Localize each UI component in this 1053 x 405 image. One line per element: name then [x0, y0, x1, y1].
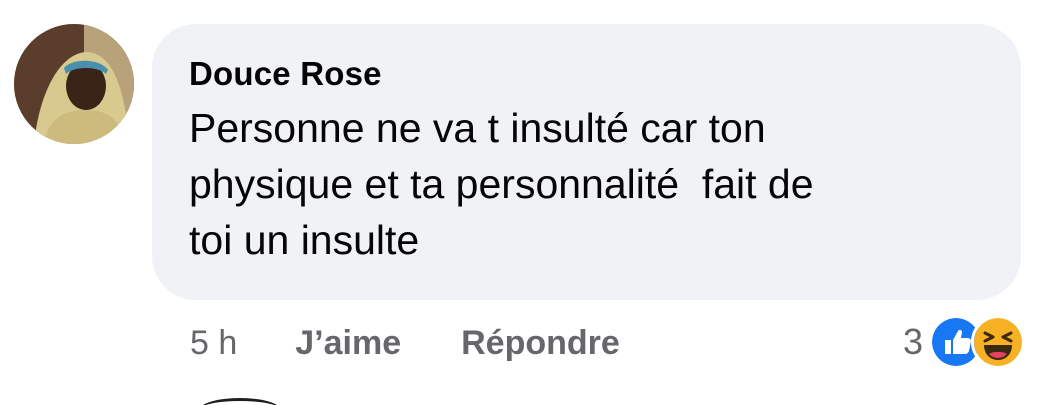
comment-text: Personne ne va t insulté car ton physiqu…	[189, 105, 814, 263]
reply-button[interactable]: Répondre	[461, 324, 620, 363]
comment-actions: 5 h J’aime Répondre	[190, 320, 680, 366]
like-button[interactable]: J’aime	[295, 324, 401, 363]
author-name[interactable]: Douce Rose	[189, 54, 985, 94]
haha-icon	[971, 315, 1025, 369]
comment-bubble: Douce Rose Personne ne va t insulté car …	[152, 24, 1021, 300]
comment: Douce Rose Personne ne va t insulté car …	[0, 0, 1053, 405]
reactions-summary[interactable]: 3	[903, 314, 1025, 370]
timestamp[interactable]: 5 h	[190, 324, 237, 363]
reaction-count: 3	[902, 321, 923, 362]
avatar[interactable]	[14, 24, 134, 144]
next-comment-avatar-edge	[200, 398, 280, 405]
avatar-photo	[14, 24, 134, 144]
